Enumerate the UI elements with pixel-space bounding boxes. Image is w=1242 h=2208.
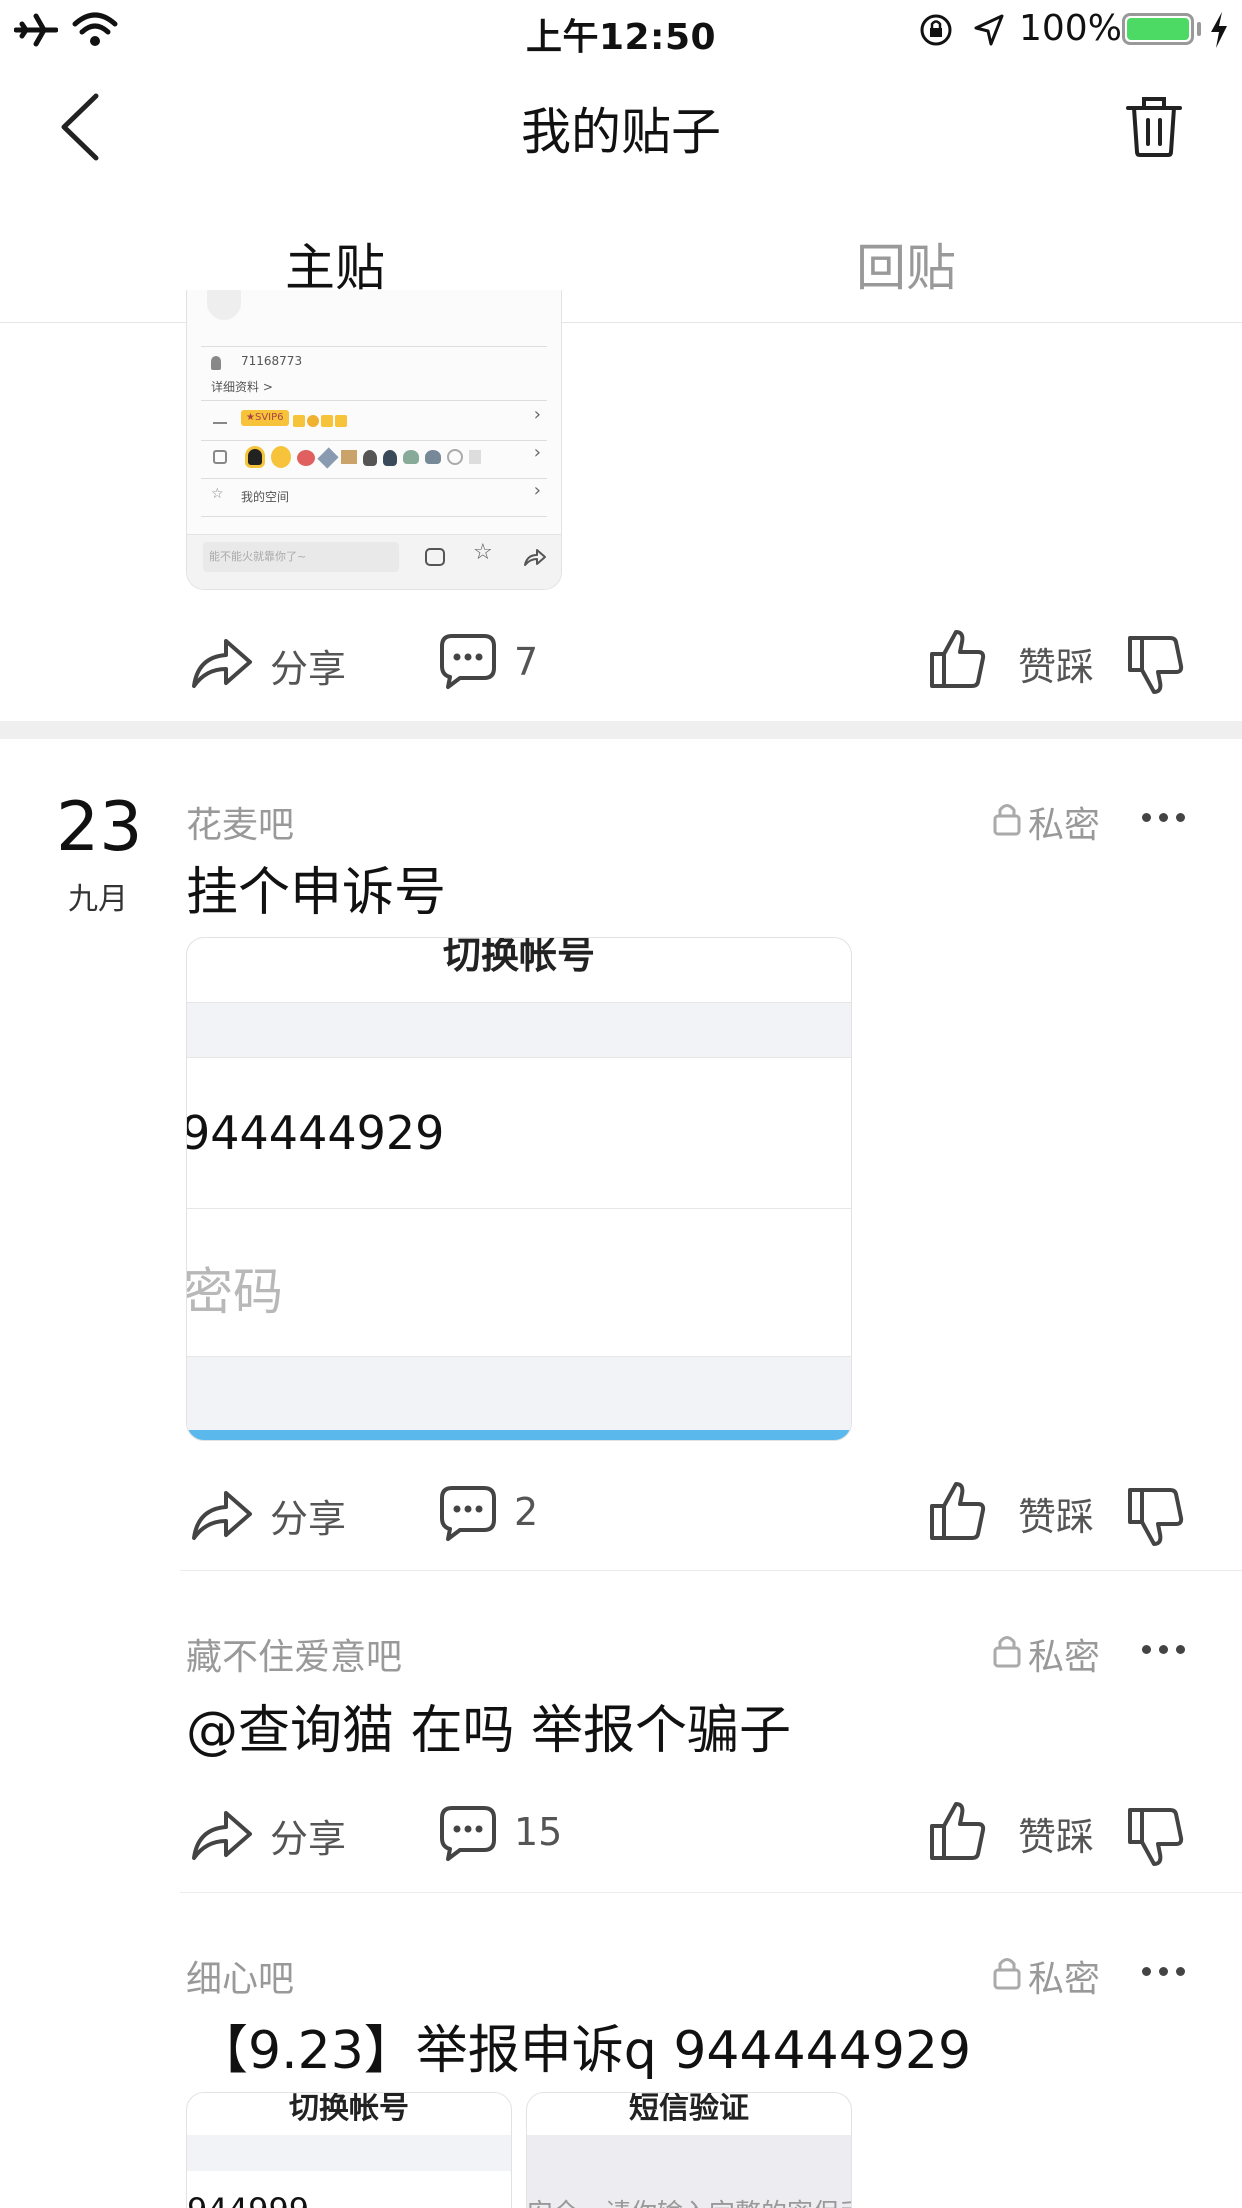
post-title[interactable]: 挂个申诉号 (186, 850, 446, 925)
badge-row (245, 446, 481, 469)
post-title[interactable]: @查询猫 在吗 举报个骗子 (186, 1688, 791, 1763)
share-icon[interactable] (190, 1803, 254, 1863)
comment-icon[interactable] (438, 632, 498, 690)
battery-cap (1197, 22, 1201, 36)
qq-icon (211, 356, 221, 370)
tab-replies[interactable]: 回贴 (806, 228, 1006, 300)
thumbs-down-icon[interactable] (1128, 1486, 1186, 1548)
my-space-label: 我的空间 (241, 490, 290, 504)
forum-name[interactable]: 细心吧 (186, 1950, 294, 2002)
date-month: 九月 (68, 882, 128, 917)
chevron-right-icon: › (533, 480, 541, 501)
qq-number: 71168773 (241, 354, 303, 368)
private-label: 私密 (1028, 805, 1101, 846)
comment-count: 7 (514, 640, 539, 684)
post-image[interactable]: 短信验证 安全，请你输入完整的密保手 (526, 2092, 852, 2208)
like-dislike-label[interactable]: 赞踩 (1018, 1806, 1094, 1861)
thumbs-down-icon[interactable] (1128, 634, 1186, 696)
forum-name[interactable]: 藏不住爱意吧 (186, 1628, 402, 1680)
lock-icon (993, 804, 1021, 836)
lock-icon (993, 1636, 1021, 1668)
switch-account-header: 切换帐号 (289, 2092, 409, 2126)
location-icon (974, 14, 1004, 46)
account-number: 944444929 (186, 1106, 445, 1160)
chevron-right-icon: › (533, 404, 541, 425)
star-icon: ☆ (211, 486, 224, 502)
section-divider (0, 721, 1242, 739)
post-divider (180, 1570, 1242, 1571)
share-label[interactable]: 分享 (270, 1808, 346, 1863)
crown-icons (293, 412, 351, 427)
switch-account-header: 切换帐号 (442, 937, 595, 977)
star-icon: ☆ (473, 540, 493, 565)
post-image[interactable]: 切换帐号 944444929 密码 (186, 937, 852, 1441)
sms-verify-header: 短信验证 (629, 2092, 749, 2126)
accent-bar (187, 1430, 851, 1440)
share-label[interactable]: 分享 (270, 1488, 346, 1543)
orientation-lock-icon (920, 14, 952, 46)
page-title: 我的贴子 (521, 103, 721, 161)
share-icon[interactable] (190, 1483, 254, 1543)
more-icon[interactable] (1142, 813, 1185, 822)
private-label: 私密 (1028, 1637, 1101, 1678)
share-icon[interactable] (190, 631, 254, 691)
lock-icon (993, 1958, 1021, 1990)
comment-icon[interactable] (438, 1804, 498, 1862)
detail-link: 详细资料 > (211, 380, 273, 394)
more-icon[interactable] (1142, 1967, 1185, 1976)
reply-input: 能不能火就靠你了~ (203, 542, 399, 572)
post-image[interactable]: 71168773 详细资料 > ★SVIP6 › › ☆ 我的空间 › 能不能火… (186, 290, 562, 590)
share-icon (524, 549, 546, 566)
date-day: 23 (56, 788, 143, 867)
avatar (201, 290, 249, 334)
comment-icon[interactable] (438, 1484, 498, 1542)
post-image[interactable]: 切换帐号 944999 (186, 2092, 512, 2208)
like-dislike-label[interactable]: 赞踩 (1018, 1486, 1094, 1541)
thumbs-up-icon[interactable] (928, 628, 988, 690)
share-label[interactable]: 分享 (270, 638, 346, 693)
comment-count: 2 (514, 1490, 539, 1534)
battery-icon (1122, 13, 1194, 45)
comment-count: 15 (514, 1810, 563, 1854)
battery-percentage: 100% (1019, 8, 1122, 49)
password-placeholder: 密码 (186, 1263, 283, 1321)
level-icon (213, 412, 227, 424)
thumbs-up-icon[interactable] (928, 1480, 988, 1542)
medal-icon (213, 450, 227, 464)
svip-badge: ★SVIP6 (241, 410, 289, 426)
post-divider (180, 1892, 1242, 1893)
trash-icon[interactable] (1124, 94, 1184, 158)
like-dislike-label[interactable]: 赞踩 (1018, 636, 1094, 691)
comment-icon (425, 548, 445, 566)
private-label: 私密 (1028, 1959, 1101, 2000)
thumbs-down-icon[interactable] (1128, 1806, 1186, 1868)
forum-name[interactable]: 花麦吧 (186, 796, 294, 848)
sms-hint-text: 安全，请你输入完整的密保手 (527, 2193, 851, 2208)
status-bar: 上午12:50 100% (0, 0, 1242, 60)
more-icon[interactable] (1142, 1645, 1185, 1654)
post-title[interactable]: 【9.23】举报申诉q 944444929 (196, 2008, 971, 2083)
thumbs-up-icon[interactable] (928, 1800, 988, 1862)
chevron-right-icon: › (533, 442, 541, 463)
account-number: 944999 (187, 2191, 309, 2208)
charging-icon (1211, 12, 1227, 48)
